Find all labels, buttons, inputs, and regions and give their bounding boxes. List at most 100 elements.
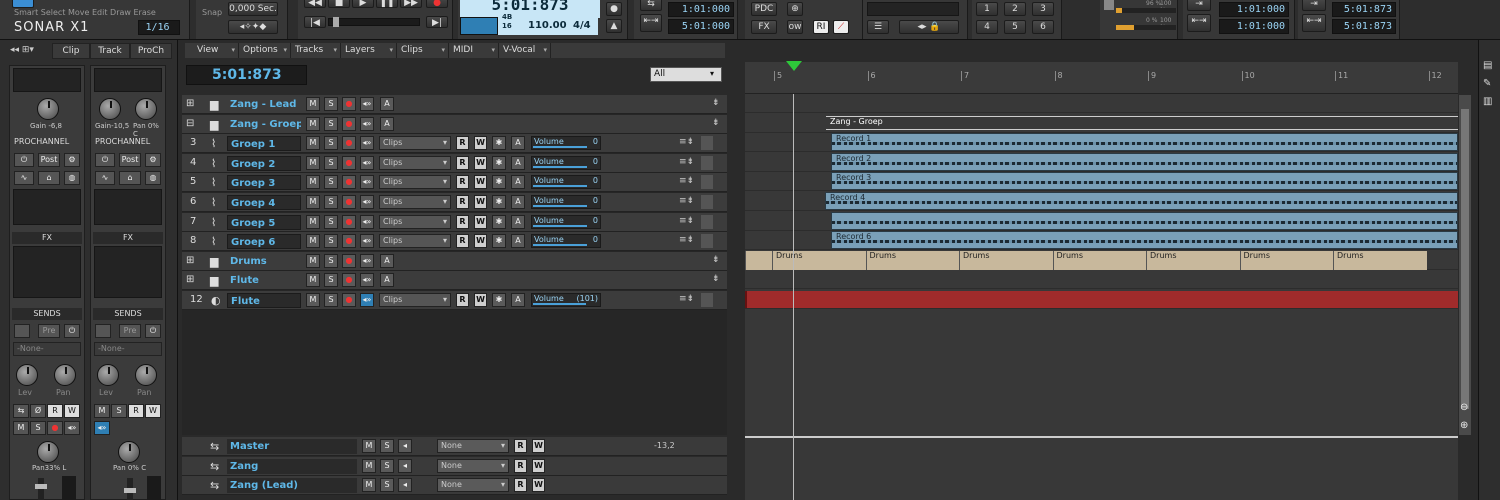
record-arm-icon[interactable]: ● [342, 293, 356, 307]
solo-button[interactable]: S [324, 136, 338, 151]
input-echo-icon[interactable]: ◂» [360, 175, 374, 190]
tool-draw-label[interactable]: Draw [110, 8, 131, 17]
tool-select-label[interactable]: Select [41, 8, 66, 17]
send-enable-icon[interactable] [95, 324, 111, 338]
drum-clip[interactable]: Drums [959, 250, 1053, 270]
track-name[interactable]: Zang - Groep [227, 117, 301, 132]
mute-button[interactable]: M [306, 195, 320, 209]
record-arm-icon[interactable]: ● [47, 421, 63, 435]
drum-clip[interactable]: Drums [865, 250, 959, 270]
read-button[interactable]: R [456, 293, 469, 307]
screenset-4[interactable]: 4 [976, 20, 998, 34]
input-echo-icon[interactable]: ◂» [360, 214, 374, 229]
drum-clip[interactable] [745, 250, 772, 270]
menu-options[interactable]: Options [239, 43, 291, 58]
record-mode-icon[interactable]: ● [606, 2, 622, 16]
tool-erase-label[interactable]: Erase [133, 8, 155, 17]
select-range-icon[interactable]: ⇥ [1302, 0, 1326, 11]
track-name[interactable]: Drums [227, 254, 301, 269]
archive-button[interactable]: A [511, 214, 525, 229]
menu-midi[interactable]: MIDI [449, 43, 499, 58]
freeze-icon[interactable]: ✱ [492, 293, 506, 307]
select-end[interactable]: 5:01:873 [1332, 19, 1396, 34]
prochannel-slots[interactable] [94, 189, 162, 225]
clips-select[interactable]: Clips [379, 155, 451, 170]
input-echo-icon[interactable]: ◂ [398, 458, 412, 473]
mute-button[interactable]: M [306, 253, 320, 268]
track-row[interactable]: ⊞ ▆ Zang - Lead M S ● ◂» A ⇟ [182, 95, 727, 114]
record-arm-icon[interactable]: ● [342, 116, 356, 131]
audio-clip[interactable]: Record 2 [831, 152, 1458, 171]
midi-clip[interactable] [745, 291, 1458, 308]
track-row[interactable]: ⊟ ▆ Zang - Groep M S ● ◂» A ⇟ [182, 114, 727, 134]
clip-lane[interactable] [745, 211, 1458, 231]
solo-button[interactable]: S [111, 404, 127, 418]
bus-output-select[interactable]: None [437, 458, 509, 473]
volume-slider[interactable]: Volume 0 [531, 155, 601, 170]
fx-button[interactable]: FX [751, 20, 777, 34]
send-pan-knob[interactable] [135, 364, 157, 386]
input-echo-icon[interactable]: ◂» [360, 136, 374, 151]
clips-select[interactable]: Clips [379, 136, 451, 151]
rewind-icon[interactable]: ◀◀ [304, 0, 326, 8]
play-icon[interactable]: ▶ [352, 0, 374, 8]
solo-button[interactable]: S [380, 478, 394, 492]
audio-clip[interactable]: Record 3 [831, 172, 1458, 191]
solo-button[interactable]: S [324, 293, 338, 307]
archive-button[interactable]: A [380, 97, 394, 111]
track-row[interactable]: 7 ⌇ Groep 5 MS ● ◂» Clips RW ✱ A Volume 0 ≡⇟ [182, 212, 727, 232]
read-button[interactable]: R [456, 175, 469, 190]
bus-name[interactable]: Zang [227, 458, 357, 474]
clip-lane[interactable]: Record 3 [745, 172, 1458, 192]
read-button[interactable]: R [128, 404, 144, 418]
tab-prochannel[interactable]: ProCh [130, 43, 172, 59]
bus-output-select[interactable]: None [437, 478, 509, 492]
mute-button[interactable]: M [306, 97, 320, 111]
tool-edit-label[interactable]: Edit [92, 8, 108, 17]
drum-clip[interactable]: Drums [1239, 250, 1333, 270]
smart-tool-button[interactable] [12, 0, 34, 8]
expand-icon[interactable]: ⊞ [186, 255, 194, 266]
write-button[interactable]: W [474, 175, 487, 190]
input-echo-icon[interactable]: ◂» [360, 293, 374, 307]
eq-icon[interactable]: ∿ [95, 171, 115, 185]
audio-clip[interactable]: Record 4 [825, 192, 1458, 210]
write-button[interactable]: W [145, 404, 161, 418]
input-echo-icon[interactable]: ◂ [398, 478, 412, 492]
post-button[interactable]: Post [119, 153, 141, 167]
track-menu-icon[interactable]: ≡⇟ [679, 235, 694, 245]
tempo-meter-display[interactable]: 4B 16 110.00 4/4 [498, 13, 598, 35]
clip-lane[interactable]: Record 2 [745, 152, 1458, 172]
clips-select[interactable]: Clips [379, 293, 451, 307]
input-echo-icon[interactable]: ◂» [94, 421, 110, 435]
track-menu-icon[interactable]: ⇟ [712, 274, 720, 284]
archive-button[interactable]: A [511, 175, 525, 190]
track-menu-icon[interactable]: ≡⇟ [679, 137, 694, 147]
clips-select[interactable]: Clips [379, 214, 451, 229]
go-start-icon[interactable]: |◀ [304, 16, 326, 28]
track-menu-icon[interactable]: ≡⇟ [679, 196, 694, 206]
input-echo-icon[interactable]: ◂» [360, 116, 374, 131]
comp-icon[interactable]: ⌂ [119, 171, 141, 185]
record-arm-icon[interactable]: ● [342, 175, 356, 190]
record-arm-icon[interactable]: ● [342, 253, 356, 268]
snap-fraction[interactable]: 1/16 [138, 20, 180, 35]
archive-button[interactable]: A [511, 293, 525, 307]
archive-button[interactable]: A [380, 116, 394, 131]
track-name[interactable]: Groep 2 [227, 155, 301, 171]
metronome-icon[interactable] [460, 17, 498, 35]
track-row[interactable]: 12 ◐ Flute MS ● ◂» Clips RW ✱ A Volume(101) ≡⇟ [182, 291, 727, 310]
audio-clip[interactable]: Record 1 [831, 133, 1458, 152]
loop-set-icon[interactable]: ⇤⇥ [640, 14, 662, 32]
write-button[interactable]: W [474, 136, 487, 151]
mute-button[interactable]: M [306, 116, 320, 131]
solo-button[interactable]: S [324, 273, 338, 288]
input-echo-icon[interactable]: ◂» [360, 273, 374, 288]
metronome-toggle-icon[interactable]: ▲ [606, 19, 622, 33]
write-button[interactable]: W [474, 234, 487, 249]
ri-button[interactable]: RI [813, 20, 829, 34]
track-row[interactable]: ⊞ ▆ Drums M S ● ◂» A ⇟ [182, 251, 727, 271]
write-button[interactable]: W [474, 214, 487, 229]
record-arm-icon[interactable]: ● [342, 273, 356, 288]
clip-lane[interactable] [745, 290, 1458, 309]
